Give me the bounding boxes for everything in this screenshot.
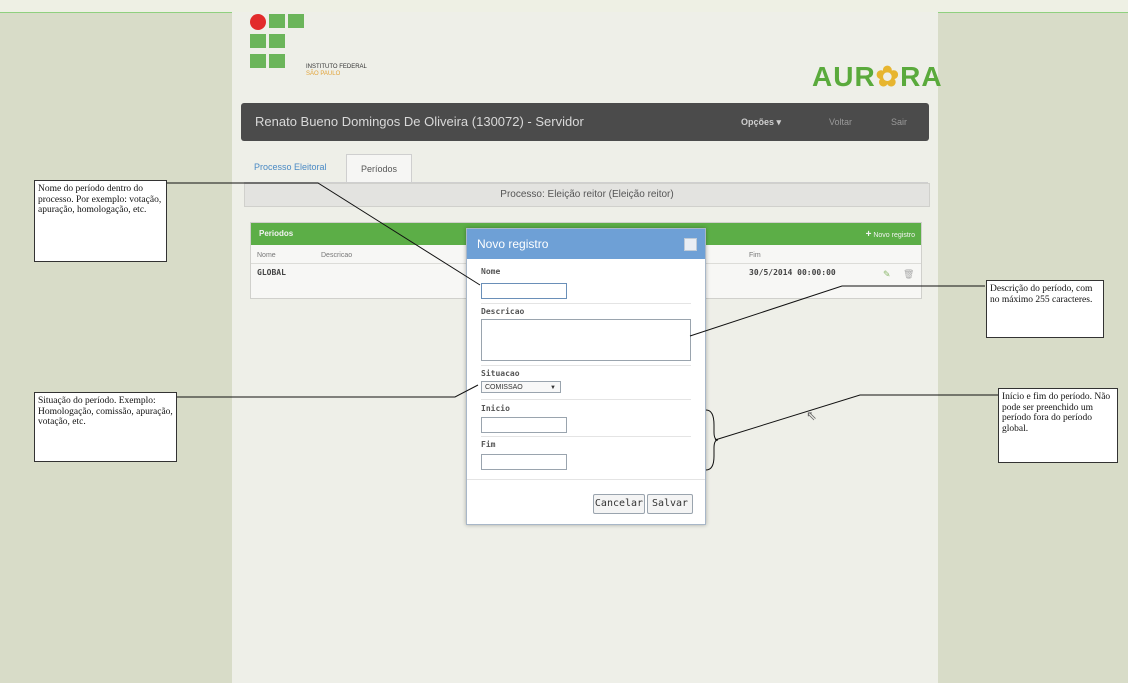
annotation-descricao: Descrição do período, com no máximo 255 …: [986, 280, 1104, 338]
nome-connector: [167, 182, 481, 286]
descricao-connector: [689, 285, 985, 337]
annotation-nome: Nome do período dentro do processo. Por …: [34, 180, 167, 262]
inicio-fim-brace: [705, 409, 719, 471]
annotation-situacao: Situação do período. Exemplo: Homologaçã…: [34, 392, 177, 462]
annotation-lines: [167, 182, 998, 471]
inicio-fim-connector: [714, 394, 998, 441]
annotation-inicio-fim: Início e fim do período. Não pode ser pr…: [998, 388, 1118, 463]
situacao-connector: [177, 384, 479, 398]
